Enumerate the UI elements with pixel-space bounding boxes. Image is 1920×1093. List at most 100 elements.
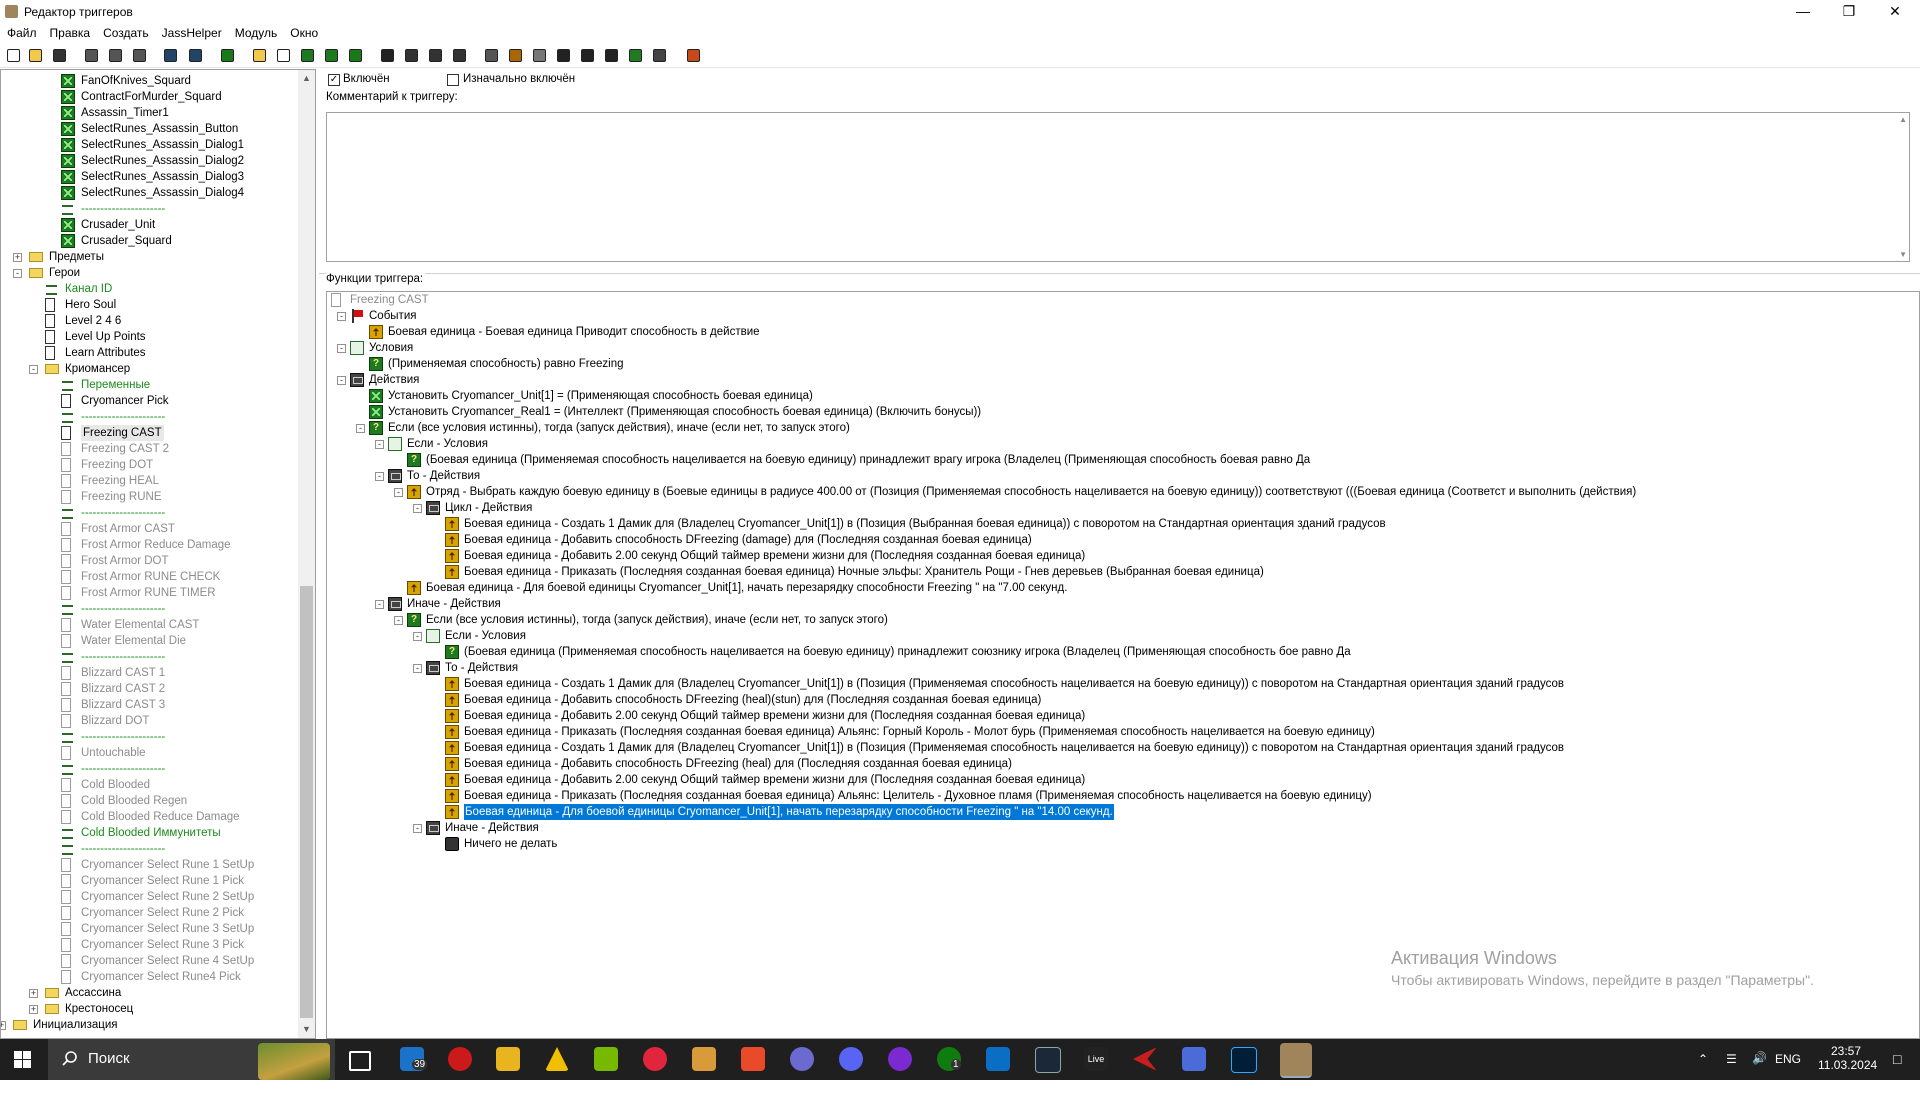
collapse-toggle-icon[interactable]: - — [413, 632, 422, 641]
function-row[interactable]: -? Если (все условия истинны), тогда (зап… — [327, 612, 1917, 628]
save-icon[interactable] — [52, 48, 67, 63]
function-row[interactable]: ? (Применяемая способность) равно Freezin… — [327, 356, 1917, 372]
tree-item[interactable]: Water Elemental Die — [1, 633, 297, 649]
record-app-icon[interactable] — [643, 1047, 667, 1071]
tree-item[interactable]: Hero Soul — [1, 297, 297, 313]
enabled-checkbox[interactable]: ✓ — [328, 74, 340, 86]
open-icon[interactable] — [28, 48, 43, 63]
taskbar-search-box[interactable]: Поиск — [48, 1039, 335, 1080]
nvidia-icon[interactable] — [594, 1047, 618, 1071]
discord-icon[interactable] — [839, 1047, 863, 1071]
tool-app-icon[interactable] — [741, 1047, 765, 1071]
tree-item[interactable]: Assassin_Timer1 — [1, 105, 297, 121]
tree-item[interactable]: - Герои — [1, 265, 297, 281]
comment-textarea[interactable]: ▲ ▼ — [326, 112, 1910, 262]
tree-item[interactable]: SelectRunes_Assassin_Dialog2 — [1, 153, 297, 169]
live-app-icon[interactable]: Live — [1084, 1047, 1108, 1071]
tree-item[interactable]: Blizzard CAST 3 — [1, 697, 297, 713]
tree-item[interactable]: Blizzard DOT — [1, 713, 297, 729]
undo-icon[interactable] — [163, 48, 178, 63]
expand-toggle-icon[interactable]: - — [29, 365, 38, 374]
tree-item[interactable]: Канал ID — [1, 281, 297, 297]
tree-item[interactable]: Cryomancer Select Rune 2 Pick — [1, 905, 297, 921]
build-icon[interactable] — [428, 48, 443, 63]
tree-item[interactable]: Cryomancer Select Rune 2 SetUp — [1, 889, 297, 905]
excel-icon[interactable] — [348, 48, 363, 63]
function-row[interactable]: Боевая единица - Добавить способность DF… — [327, 692, 1917, 708]
collapse-toggle-icon[interactable]: - — [375, 472, 384, 481]
tree-item[interactable]: Blizzard CAST 2 — [1, 681, 297, 697]
user-icon[interactable] — [556, 48, 571, 63]
function-row[interactable]: Ничего не делать — [327, 836, 1917, 852]
menu-window[interactable]: Окно — [283, 24, 324, 40]
tree-item[interactable]: Переменные — [1, 377, 297, 393]
function-row[interactable]: Боевая единица - Создать 1 Дамик для (Вл… — [327, 676, 1917, 692]
initially-on-checkbox[interactable] — [447, 74, 459, 86]
tray-chevron-icon[interactable]: ⌃ — [1698, 1052, 1708, 1093]
function-row[interactable]: Freezing CAST — [327, 292, 1917, 308]
close-button[interactable]: ✕ — [1872, 0, 1918, 24]
close-x-icon[interactable] — [220, 48, 235, 63]
task-view-icon[interactable] — [349, 1051, 371, 1071]
clock[interactable]: 23:57 11.03.2024 — [1818, 1044, 1877, 1085]
volume-icon[interactable]: 🔊 — [1752, 1051, 1767, 1092]
menu-module[interactable]: Модуль — [228, 24, 284, 40]
steam-icon[interactable] — [1035, 1047, 1061, 1073]
expand-toggle-icon[interactable]: + — [29, 1005, 38, 1014]
function-row[interactable]: Боевая единица - Создать 1 Дамик для (Вл… — [327, 516, 1917, 532]
function-row[interactable]: - То - Действия — [327, 468, 1917, 484]
expand-toggle-icon[interactable]: + — [1, 1021, 6, 1030]
tree-item[interactable]: Cold Blooded Иммунитеты — [1, 825, 297, 841]
tree-item[interactable]: SelectRunes_Assassin_Dialog1 — [1, 137, 297, 153]
collapse-toggle-icon[interactable]: - — [337, 312, 346, 321]
new-icon[interactable] — [6, 48, 21, 63]
paste-icon[interactable] — [132, 48, 147, 63]
function-row[interactable]: - Цикл - Действия — [327, 500, 1917, 516]
xbox-icon[interactable]: 1 — [937, 1047, 961, 1071]
copy-icon[interactable] — [108, 48, 123, 63]
collapse-toggle-icon[interactable]: - — [413, 664, 422, 673]
tree-item[interactable]: Cold Blooded Regen — [1, 793, 297, 809]
tree-item[interactable]: Frost Armor RUNE CHECK — [1, 569, 297, 585]
function-row[interactable]: Боевая единица - Приказать (Последняя со… — [327, 788, 1917, 804]
warning-app-icon[interactable] — [545, 1047, 569, 1071]
run-icon[interactable] — [686, 48, 701, 63]
tree-item[interactable]: Freezing CAST — [1, 425, 297, 441]
expand-toggle-icon[interactable]: + — [29, 989, 38, 998]
splitter[interactable] — [319, 273, 1920, 278]
function-row[interactable]: Боевая единица - Добавить способность DF… — [327, 756, 1917, 772]
tree-item[interactable]: Frost Armor Reduce Damage — [1, 537, 297, 553]
tree-item[interactable]: Cryomancer Select Rune 3 SetUp — [1, 921, 297, 937]
file-explorer-icon[interactable] — [496, 1047, 520, 1071]
sound-icon[interactable] — [532, 48, 547, 63]
language-indicator[interactable]: ENG — [1775, 1052, 1801, 1093]
collapse-toggle-icon[interactable]: - — [356, 424, 365, 433]
function-row[interactable]: - Условия — [327, 340, 1917, 356]
tree-item[interactable]: Cryomancer Select Rune 4 SetUp — [1, 953, 297, 969]
dev-app-icon[interactable] — [1133, 1047, 1157, 1071]
function-row[interactable]: - Отряд - Выбрать каждую боевую единицу в… — [327, 484, 1917, 500]
collapse-toggle-icon[interactable]: - — [337, 376, 346, 385]
collapse-toggle-icon[interactable]: - — [413, 504, 422, 513]
comment-scroll-down-icon[interactable]: ▼ — [1899, 250, 1907, 259]
function-row[interactable]: - Если - Условия — [327, 436, 1917, 452]
tree-item[interactable]: Freezing HEAL — [1, 473, 297, 489]
flag-icon[interactable] — [380, 48, 395, 63]
function-row[interactable]: Боевая единица - Приказать (Последняя со… — [327, 564, 1917, 580]
collapse-toggle-icon[interactable]: - — [375, 600, 384, 609]
tree-item[interactable]: Frost Armor DOT — [1, 553, 297, 569]
tree-item[interactable]: Learn Attributes — [1, 345, 297, 361]
start-button[interactable] — [14, 1051, 31, 1068]
variables-icon[interactable] — [324, 48, 339, 63]
tree-item[interactable]: ---------------------- — [1, 841, 297, 857]
function-row[interactable]: ? (Боевая единица (Применяемая способност… — [327, 644, 1917, 660]
archive-app-icon[interactable] — [692, 1047, 716, 1071]
mail-icon[interactable]: 39 — [400, 1047, 428, 1071]
tree-item[interactable]: Cryomancer Select Rune4 Pick — [1, 969, 297, 985]
camera-icon[interactable] — [580, 48, 595, 63]
folder-icon[interactable] — [252, 48, 267, 63]
tree-item[interactable]: ---------------------- — [1, 505, 297, 521]
cube-icon[interactable] — [628, 48, 643, 63]
tree-item[interactable]: Cold Blooded Reduce Damage — [1, 809, 297, 825]
tree-item[interactable]: Untouchable — [1, 745, 297, 761]
